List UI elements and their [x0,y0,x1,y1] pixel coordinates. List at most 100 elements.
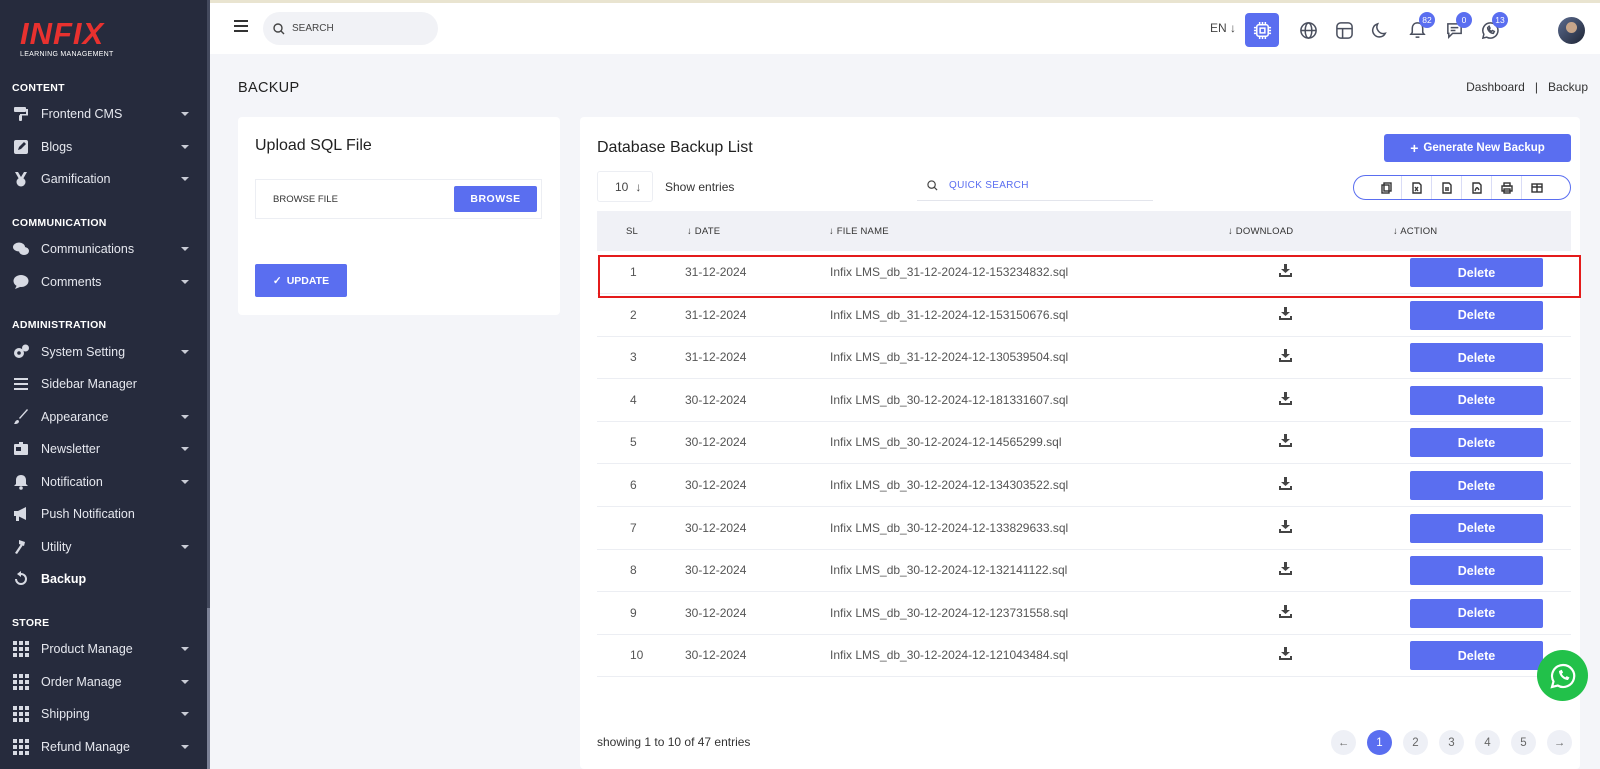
download-button[interactable] [1279,264,1292,280]
sidebar-item-product-manage[interactable]: Product Manage [0,634,207,664]
sidebar-item-sidebar-manager[interactable]: Sidebar Manager [0,369,207,399]
delete-button[interactable]: Delete [1410,428,1543,458]
cell-file-name: Infix LMS_db_31-12-2024-12-130539504.sql [830,350,1069,365]
topbar: SEARCH EN ↓ 82 0 13 [210,0,1600,54]
sidebar-item-label: Utility [41,540,72,554]
prev-page-button[interactable]: ← [1331,730,1356,755]
sidebar-item-appearance[interactable]: Appearance [0,402,207,432]
cell-date: 30-12-2024 [685,435,747,450]
search-input[interactable]: SEARCH [263,12,438,45]
next-page-button[interactable]: → [1547,730,1572,755]
entries-select[interactable]: 10 ↓ [597,171,653,202]
sidebar-item-blogs[interactable]: Blogs [0,132,207,162]
arrow-down-icon: ↓ [687,225,695,237]
chevron-down-icon [181,177,189,181]
update-button[interactable]: ✓ UPDATE [255,264,347,297]
pagination: ← 1 2 3 4 5 → [1331,730,1583,755]
download-button[interactable] [1279,349,1292,365]
download-button[interactable] [1279,391,1292,408]
download-button[interactable] [1279,434,1292,450]
delete-button[interactable]: Delete [1410,343,1543,373]
download-icon [1279,391,1292,405]
sidebar-item-push-notification[interactable]: Push Notification [0,499,207,529]
browse-button[interactable]: BROWSE [454,186,537,212]
sidebar: INFIX LEARNING MANAGEMENT CONTENT Fronte… [0,0,210,769]
delete-button[interactable]: Delete [1410,385,1543,415]
messages-button[interactable]: 0 [1437,12,1472,47]
sidebar-item-shipping[interactable]: Shipping [0,699,207,729]
print-button[interactable] [1492,176,1522,199]
cell-file-name: Infix LMS_db_31-12-2024-12-153150676.sql [830,307,1069,322]
col-download[interactable]: ↓ DOWNLOAD [1228,226,1293,237]
csv-button[interactable] [1432,176,1462,199]
columns-button[interactable] [1522,176,1552,199]
file-input[interactable]: BROWSE FILE BROWSE [255,179,542,219]
cell-date: 30-12-2024 [685,605,747,620]
delete-button[interactable]: Delete [1410,300,1543,330]
excel-button[interactable] [1402,176,1432,199]
cell-date: 31-12-2024 [685,307,747,322]
breadcrumb-dashboard[interactable]: Dashboard [1466,80,1525,94]
delete-button[interactable]: Delete [1410,471,1543,500]
layout-button[interactable] [1327,13,1361,47]
cpu-button[interactable] [1245,13,1279,47]
cell-sl: 10 [630,648,644,663]
sidebar-item-backup[interactable]: Backup [0,564,207,594]
delete-button[interactable]: Delete [1410,513,1543,543]
col-file-name[interactable]: ↓ FILE NAME [829,226,889,237]
gears-icon [12,344,30,360]
whatsapp-top-button[interactable]: 13 [1473,12,1508,47]
copy-button[interactable] [1372,176,1402,199]
sidebar-item-comments[interactable]: Comments [0,267,207,297]
notifications-button[interactable]: 82 [1400,12,1435,47]
sidebar-item-communications[interactable]: Communications [0,234,207,264]
col-sl[interactable]: SL [626,226,638,237]
sidebar-item-label: Backup [41,572,87,586]
delete-button[interactable]: Delete [1410,258,1543,287]
sidebar-scroll-thumb[interactable] [207,608,210,769]
csv-icon [1441,181,1452,194]
sidebar-item-notification[interactable]: Notification [0,467,207,497]
language-select[interactable]: EN ↓ [1210,21,1236,35]
chat-bubbles-icon [12,241,30,257]
avatar[interactable] [1558,17,1585,44]
download-button[interactable] [1279,477,1292,493]
page-3-button[interactable]: 3 [1439,730,1464,755]
pdf-button[interactable] [1462,176,1492,199]
backup-list-title: Database Backup List [597,139,753,156]
download-icon [1279,434,1292,448]
sidebar-item-frontend-cms[interactable]: Frontend CMS [0,99,207,129]
sidebar-item-label: Sidebar Manager [41,377,137,391]
download-button[interactable] [1279,604,1292,621]
delete-button[interactable]: Delete [1410,641,1543,671]
menu-toggle-icon[interactable] [234,20,248,34]
whatsapp-chat-button[interactable] [1537,650,1588,701]
col-date[interactable]: ↓ DATE [687,226,720,237]
sidebar-item-system-setting[interactable]: System Setting [0,337,207,367]
logo[interactable]: INFIX LEARNING MANAGEMENT [20,18,114,59]
sidebar-item-newsletter[interactable]: Newsletter [0,434,207,464]
chevron-down-icon [181,145,189,149]
sidebar-item-label: Newsletter [41,442,101,456]
download-button[interactable] [1279,306,1292,323]
sidebar-item-gamification[interactable]: Gamification [0,164,207,194]
page-1-button[interactable]: 1 [1367,730,1392,755]
sidebar-item-utility[interactable]: Utility [0,532,207,562]
download-button[interactable] [1279,647,1292,663]
sidebar-item-order-manage[interactable]: Order Manage [0,667,207,697]
sidebar-item-label: Push Notification [41,507,135,521]
download-button[interactable] [1279,562,1292,578]
generate-backup-button[interactable]: + Generate New Backup [1384,134,1571,162]
delete-button[interactable]: Delete [1410,598,1543,628]
page-5-button[interactable]: 5 [1511,730,1536,755]
dark-mode-button[interactable] [1363,13,1397,47]
newsletter-icon [12,441,30,457]
download-button[interactable] [1279,519,1292,536]
page-2-button[interactable]: 2 [1403,730,1428,755]
sidebar-item-refund-manage[interactable]: Refund Manage [0,732,207,762]
page-4-button[interactable]: 4 [1475,730,1500,755]
col-action[interactable]: ↓ ACTION [1393,226,1437,237]
delete-button[interactable]: Delete [1410,556,1543,586]
globe-button[interactable] [1291,13,1325,47]
quick-search-input[interactable]: QUICK SEARCH [917,170,1153,201]
